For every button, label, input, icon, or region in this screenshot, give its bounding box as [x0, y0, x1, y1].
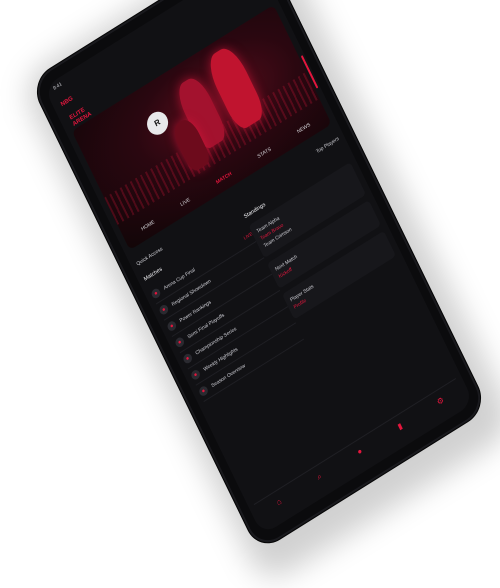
team-crest-icon: R: [143, 107, 172, 140]
tab-home[interactable]: HOME: [140, 219, 155, 232]
tab-news[interactable]: NEWS: [296, 122, 311, 135]
ball-icon: ●: [189, 368, 202, 382]
ball-icon[interactable]: ●: [353, 445, 366, 459]
ball-icon: ●: [166, 319, 178, 333]
tab-stats[interactable]: STATS: [257, 146, 273, 160]
tab-match[interactable]: MATCH: [215, 171, 233, 186]
tab-live[interactable]: LIVE: [180, 197, 192, 208]
ball-icon: ●: [181, 352, 194, 365]
ball-icon: ●: [158, 303, 170, 317]
settings-icon[interactable]: ⚙: [434, 394, 447, 408]
app-logo[interactable]: NBG: [60, 96, 74, 108]
section-right-label: Top Players: [315, 135, 341, 156]
section-left-label: Quick Access: [135, 246, 164, 268]
chart-icon[interactable]: ▮: [394, 420, 407, 434]
search-icon[interactable]: ⌕: [313, 470, 326, 484]
scene: 9:41 72 NBG ELITE ARENA R HOME: [0, 0, 500, 588]
ball-icon: ●: [173, 335, 186, 349]
ball-icon: ●: [150, 287, 162, 300]
ball-icon: ●: [197, 384, 210, 398]
home-icon[interactable]: ⌂: [273, 495, 286, 509]
